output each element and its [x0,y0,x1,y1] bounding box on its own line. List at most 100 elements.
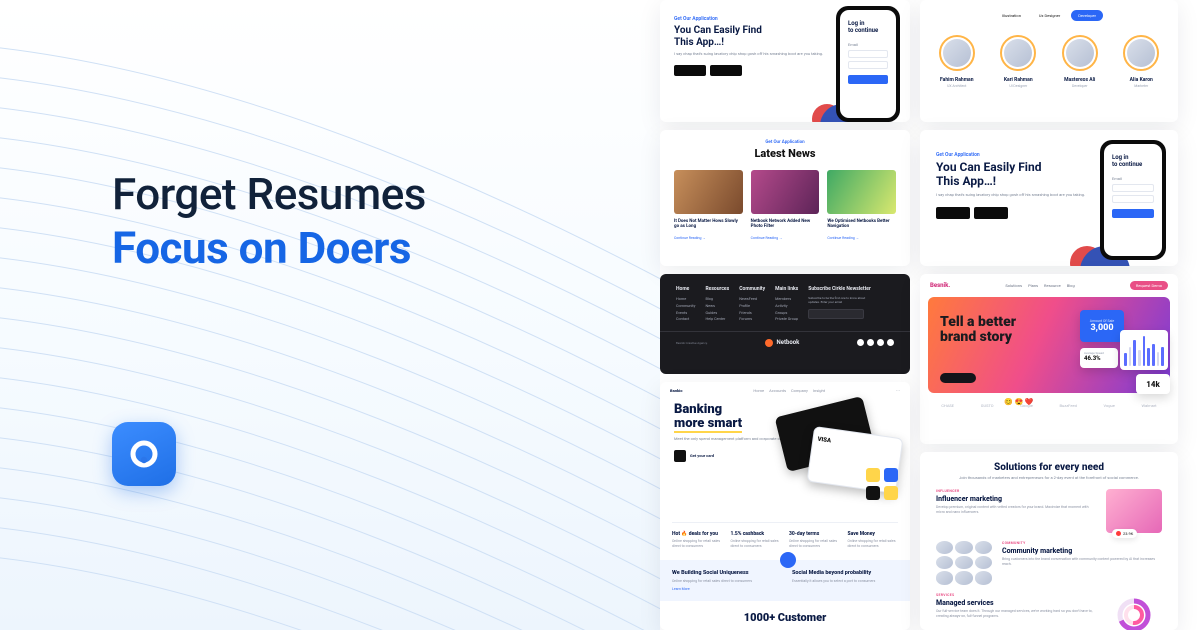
hero-heading-line1: Forget Resumes [112,168,426,220]
avatar [1127,39,1155,67]
team-member[interactable]: Kari Rahman UI Designer [990,35,1046,88]
team-member[interactable]: Mastereos Ali Developer [1052,35,1108,88]
heart-icon [1116,531,1121,536]
section-title: Solutions for every need [920,462,1178,473]
tab-ux-designer[interactable]: Ux Designer [1032,10,1067,21]
team-member[interactable]: Alia Karon Marketer [1113,35,1169,88]
post-thumbnail [751,170,820,214]
news-post[interactable]: We Optimised Netbooks Better Navigation … [827,170,896,240]
cta-button[interactable]: Request Demo [1130,281,1168,290]
footer-link[interactable]: Forums [739,316,765,323]
footer-link[interactable]: Guides [705,310,729,317]
solution-desc: Our full-service team does it. Through o… [936,609,1096,619]
nav-link[interactable]: Company [791,388,808,393]
subscribe-heading: Subscribe Cirkle Newsletter [808,286,894,292]
nav-link[interactable]: Resource [1044,283,1061,288]
login-button[interactable] [848,75,888,84]
email-input[interactable] [808,309,864,319]
google-play-button[interactable] [710,65,742,76]
logo[interactable]: Bankio [670,388,682,393]
eyebrow: Community [1002,541,1162,545]
community-avatars [936,541,992,585]
brand-dot-icon [765,339,773,347]
brand-logo-icon [127,437,161,471]
request-demo-button[interactable] [940,373,976,383]
footer-link[interactable]: Blog [705,296,729,303]
footer-link[interactable]: Profile [739,303,765,310]
footer-link[interactable]: Events [676,310,695,317]
footer-link[interactable]: News [705,303,729,310]
reaction-emojis: 😊 😍 ❤️ [1004,398,1034,406]
logo[interactable]: Besnik. [930,282,950,289]
news-post[interactable]: It Does Not Matter Hows Slowly go as Lon… [674,170,743,240]
customers-count: 1000+ Customer [660,611,910,624]
team-member[interactable]: Fahim Rahman UX Architect [929,35,985,88]
social-icon[interactable] [887,339,894,346]
password-input[interactable] [1112,195,1154,203]
eyebrow: Services [936,593,1096,597]
brand-logos-row: CHASEGUSTOGoogle BuzzFeedVogueWalmart [920,403,1178,408]
google-play-button[interactable] [974,207,1008,219]
eyebrow: Influencer [936,489,1096,493]
preview-dark-footer: Home Home Community Events Contact Resou… [660,274,910,374]
solution-title: Managed services [936,599,1096,607]
social-icon[interactable] [877,339,884,346]
app-store-button[interactable] [674,65,706,76]
learn-more-link[interactable]: Learn More [672,587,778,591]
footer-link[interactable]: Contact [676,316,695,323]
like-count-chip: 23.9K [1112,529,1137,538]
accent-circle [780,552,796,568]
stat-card-sales: Amount Of Sale 3,000 [1080,310,1124,342]
footer-link[interactable]: NewsFeed [739,296,765,303]
nav-link[interactable]: Solutions [1005,283,1022,288]
email-input[interactable] [848,50,888,58]
social-icon[interactable] [857,339,864,346]
read-more-link[interactable]: Continue Reading → [827,236,896,240]
solution-desc: Develop premium, original content with v… [936,505,1096,515]
footer-link[interactable]: Friends [739,310,765,317]
decorative-lines [0,0,660,630]
footer-link[interactable]: Private Group [775,316,798,323]
credit: Besnik Creative Agency. [676,341,708,345]
phone-mock: Log into continue Email [1100,140,1166,260]
preview-brand-story: Besnik. Solutions Plans Resource Blog Re… [920,274,1178,444]
post-thumbnail [674,170,743,214]
avatar [943,39,971,67]
tab-illustration[interactable]: Illustration [995,10,1028,21]
solution-title: Influencer marketing [936,495,1096,503]
hero-panel: Forget Resumes Focus on Doers [0,0,660,630]
nav-link[interactable]: Insight [813,388,825,393]
tab-developer[interactable]: Developer [1071,10,1103,21]
nav-link[interactable]: Home [753,388,764,393]
brand-mark: Netbook [765,339,799,347]
phone-mock: Log into continue Email [836,6,900,122]
solution-desc: Bring customers into the brand conversat… [1002,557,1162,567]
stat-bar-chart [1120,330,1168,370]
read-more-link[interactable]: Continue Reading → [751,236,820,240]
preview-solutions: Solutions for every need Join thousands … [920,452,1178,630]
app-store-button[interactable] [936,207,970,219]
preview-app-download-small: Get Our Application You Can Easily FindT… [660,0,910,122]
donut-chart [1106,593,1162,630]
email-input[interactable] [1112,184,1154,192]
social-icon[interactable] [867,339,874,346]
nav-link[interactable]: Accounts [769,388,786,393]
nav-link[interactable]: Plans [1028,283,1038,288]
avatar [1004,39,1032,67]
footer-link[interactable]: Members [775,296,798,303]
preview-grid: Get Our Application You Can Easily FindT… [660,0,1190,630]
footer-link[interactable]: Help Center [705,316,729,323]
brand-logo [112,422,176,486]
password-input[interactable] [848,61,888,69]
read-more-link[interactable]: Continue Reading → [674,236,743,240]
login-button[interactable] [1112,209,1154,218]
nav-link[interactable]: Blog [1067,283,1075,288]
solution-image: 23.9K [1106,489,1162,533]
solution-title: Community marketing [1002,547,1162,555]
footer-link[interactable]: Activity [775,303,798,310]
footer-link[interactable]: Community [676,303,695,310]
post-thumbnail [827,170,896,214]
footer-link[interactable]: Home [676,296,695,303]
news-post[interactable]: Netbook Network Added New Photo Filter C… [751,170,820,240]
footer-link[interactable]: Groups [775,310,798,317]
